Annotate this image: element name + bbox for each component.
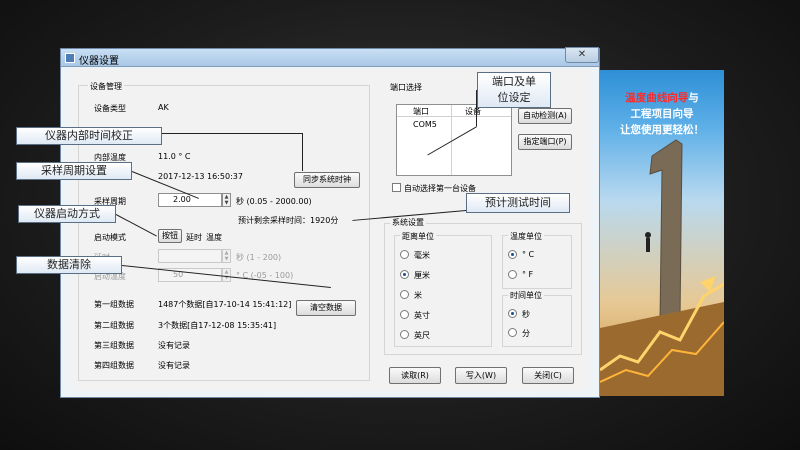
time-unit-title: 时间单位 <box>508 290 544 301</box>
callout-estimated-time: 预计测试时间 <box>466 193 570 213</box>
temp-fahrenheit-radio[interactable] <box>508 270 517 279</box>
promo-line2: 工程项目向导 <box>630 108 694 120</box>
distance-inch-radio[interactable] <box>400 310 409 319</box>
promo-panel: 温度曲线向导与 工程项目向导 让您使用更轻松！ <box>600 70 724 396</box>
sampling-period-range: 秒 (0.05 - 2000.00) <box>236 197 312 206</box>
temp-unit-title: 温度单位 <box>508 231 544 242</box>
promo-line1-red: 温度曲线向导 <box>625 92 689 104</box>
callout-clear-data: 数据清除 <box>16 256 122 274</box>
distance-cm-label: 厘米 <box>414 271 430 280</box>
device-datetime: 2017-12-13 16:50:37 <box>158 172 243 181</box>
period-spinner[interactable]: ▲ ▼ <box>222 193 231 207</box>
read-button[interactable]: 读取(R) <box>389 367 441 384</box>
callout-sampling-period: 采样周期设置 <box>16 162 132 180</box>
callout-internal-time-leader-v <box>302 133 303 171</box>
delay-range: 秒 (1 - 200) <box>236 253 282 262</box>
data-group-1-label: 第一组数据 <box>94 300 134 309</box>
start-mode-temp-option[interactable]: 温度 <box>206 232 222 243</box>
data-group-3-value: 没有记录 <box>158 341 190 350</box>
time-seconds-label: 秒 <box>522 310 530 319</box>
promo-line1-white: 与 <box>688 92 699 104</box>
device-type-value: AK <box>158 103 169 112</box>
data-group-4-value: 没有记录 <box>158 361 190 370</box>
callout-port-leader-v <box>476 90 477 126</box>
auto-select-checkbox[interactable] <box>392 183 401 192</box>
app-icon <box>65 53 75 63</box>
temp-celsius-label: ° C <box>522 250 535 259</box>
device-type-label: 设备类型 <box>94 104 126 113</box>
write-button[interactable]: 写入(W) <box>455 367 507 384</box>
sync-time-button[interactable]: 同步系统时钟 <box>294 172 360 188</box>
temp-unit-group <box>502 235 572 289</box>
distance-foot-label: 英尺 <box>414 331 430 340</box>
start-mode-label: 启动模式 <box>94 233 126 242</box>
clear-data-button[interactable]: 清空数据 <box>296 300 356 316</box>
delay-input[interactable] <box>158 249 222 263</box>
distance-mm-label: 毫米 <box>414 251 430 260</box>
device-section-title: 设备管理 <box>88 81 124 92</box>
promo-line3: 让您使用更轻松！ <box>620 124 704 136</box>
system-section-title: 系统设置 <box>390 217 426 228</box>
time-minutes-radio[interactable] <box>508 328 517 337</box>
distance-group <box>394 235 492 347</box>
data-group-4-label: 第四组数据 <box>94 361 134 370</box>
close-icon[interactable]: ✕ <box>565 47 599 63</box>
distance-unit-title: 距离单位 <box>400 231 436 242</box>
start-mode-button-option[interactable]: 按钮 <box>158 229 182 243</box>
window-title: 仪器设置 <box>79 56 119 67</box>
promo-text: 温度曲线向导与 工程项目向导 让您使用更轻松！ <box>600 90 724 138</box>
remaining-time: 预计剩余采样时间：1920分 <box>238 216 339 225</box>
auto-detect-button[interactable]: 自动检测(A) <box>518 108 572 124</box>
distance-m-label: 米 <box>414 291 422 300</box>
data-group-3-label: 第三组数据 <box>94 341 134 350</box>
specify-port-button[interactable]: 指定端口(P) <box>518 134 572 150</box>
callout-port-setup: 端口及单 位设定 <box>477 72 551 108</box>
callout-startup-mode: 仪器启动方式 <box>18 205 116 223</box>
temp-celsius-radio[interactable] <box>508 250 517 259</box>
distance-mm-radio[interactable] <box>400 250 409 259</box>
close-button[interactable]: 关闭(C) <box>522 367 574 384</box>
port-column-header[interactable]: 端口 <box>413 106 429 117</box>
time-minutes-label: 分 <box>522 329 530 338</box>
callout-internal-time-leader <box>162 133 302 134</box>
temp-fahrenheit-label: ° F <box>522 270 534 279</box>
internal-temp-value: 11.0 ° C <box>158 152 191 161</box>
distance-foot-radio[interactable] <box>400 330 409 339</box>
data-group-2-value: 3个数据[自17-12-08 15:35:41] <box>158 321 277 330</box>
port-row-com5[interactable]: COM5 <box>413 120 437 129</box>
distance-inch-label: 英寸 <box>414 311 430 320</box>
port-section-title: 端口选择 <box>390 83 422 92</box>
distance-cm-radio[interactable] <box>400 270 409 279</box>
distance-m-radio[interactable] <box>400 290 409 299</box>
data-group-1-value: 1487个数据[自17-10-14 15:41:12] <box>158 300 292 309</box>
start-mode-delay-option[interactable]: 延时 <box>186 232 202 243</box>
data-group-2-label: 第二组数据 <box>94 321 134 330</box>
time-seconds-radio[interactable] <box>508 309 517 318</box>
title-bar[interactable]: 仪器设置 ✕ <box>61 47 599 67</box>
callout-internal-time: 仪器内部时间校正 <box>16 127 162 145</box>
time-unit-group <box>502 295 572 347</box>
delay-spinner[interactable]: ▲ ▼ <box>222 249 231 263</box>
